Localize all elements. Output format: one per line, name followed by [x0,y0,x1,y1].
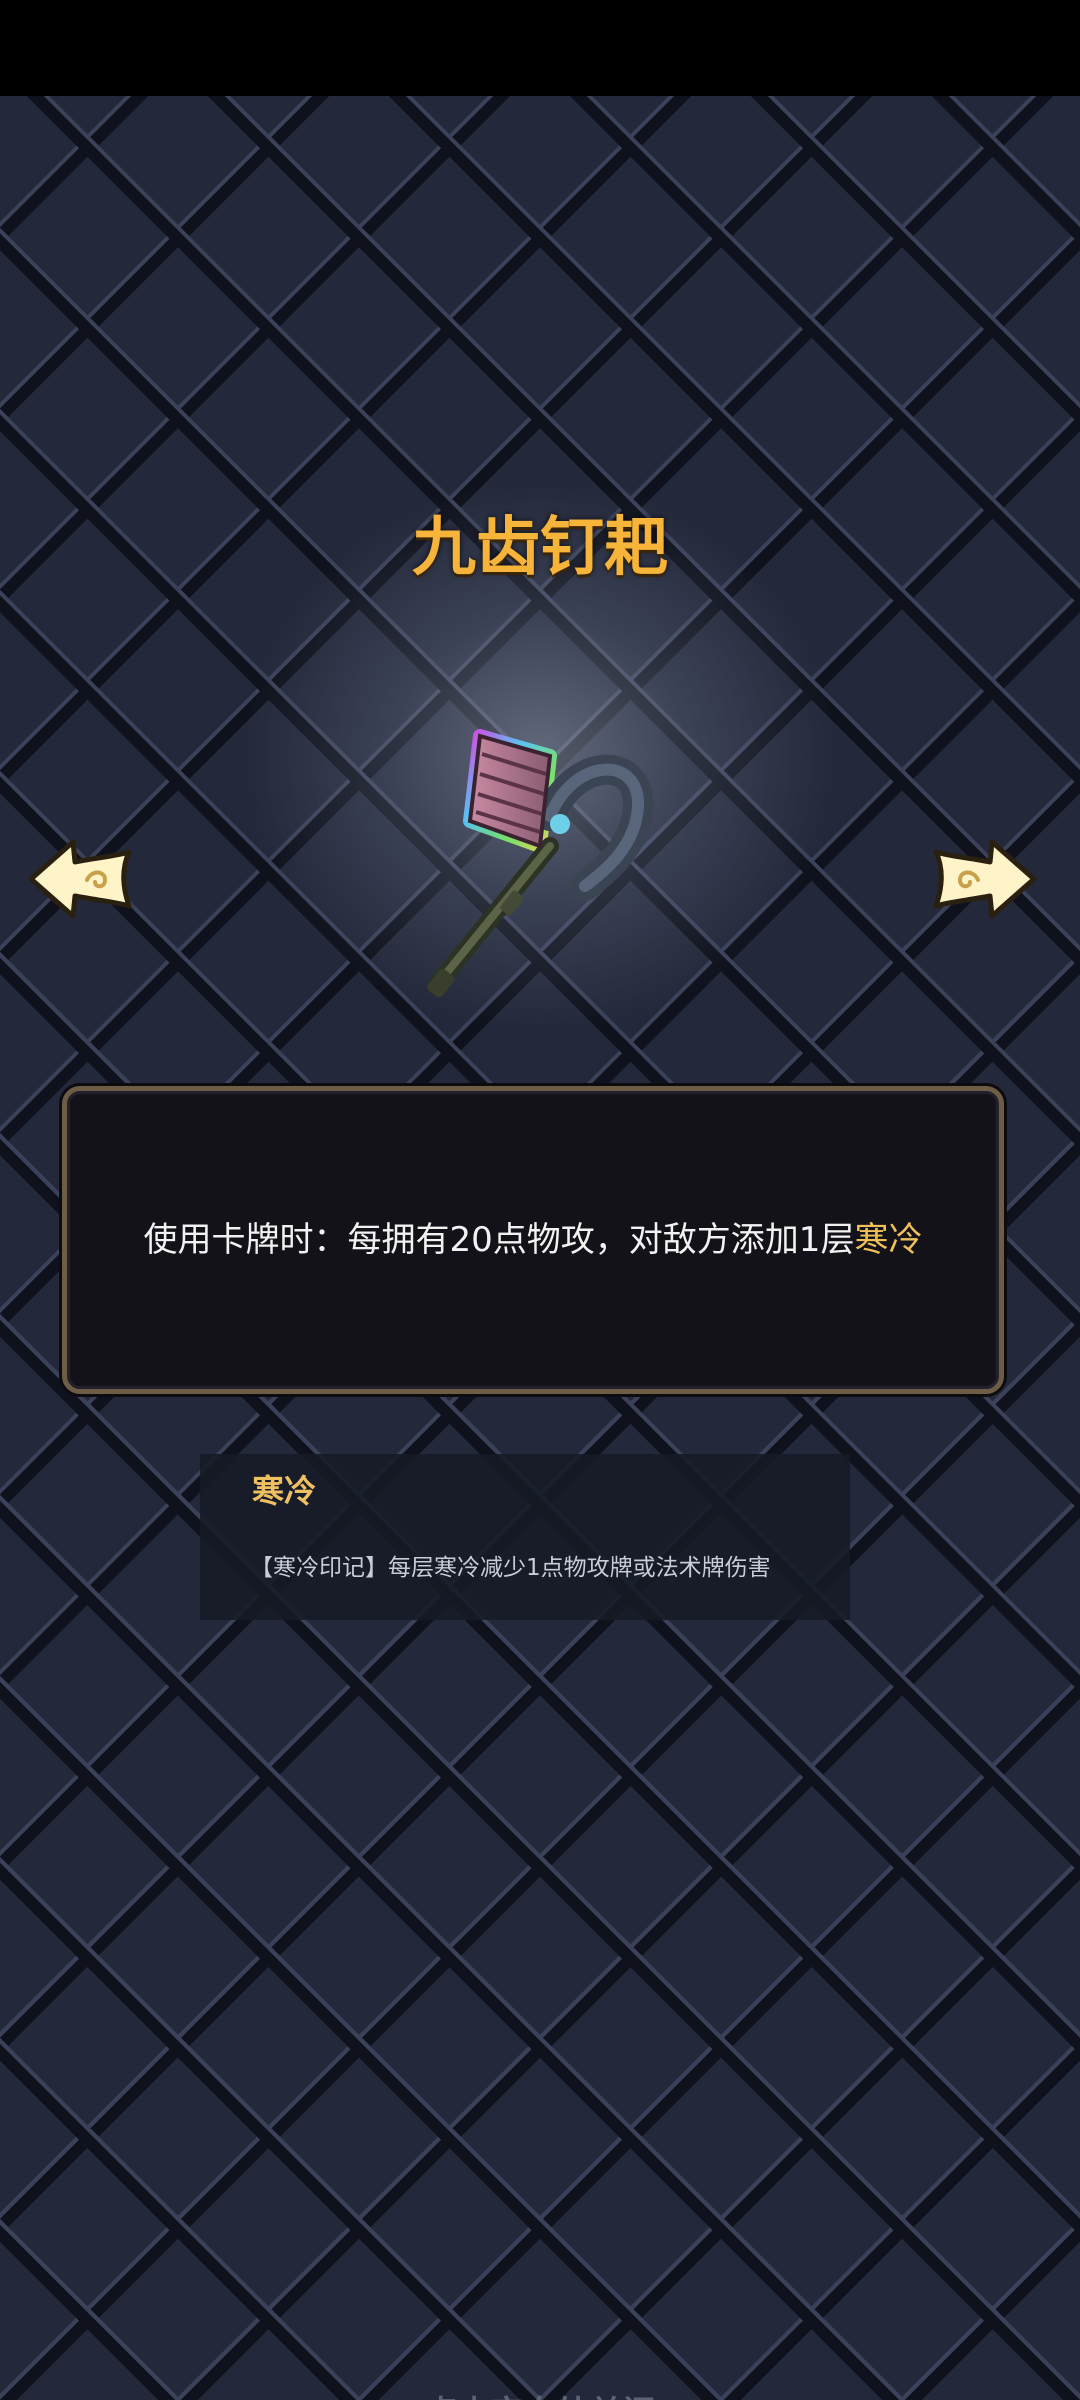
item-description-panel: 使用卡牌时：每拥有20点物攻，对敌方添加1层寒冷 [62,1086,1004,1394]
arrow-left-icon[interactable] [25,834,135,924]
keyword-title: 寒冷 [252,1472,317,1510]
status-bar [0,0,1080,96]
background-close-area[interactable]: 九齿钉耙 使用卡牌时：每拥有20点物攻，对敌方添加1层寒冷 寒冷 【寒冷印记】每… [0,96,1080,2400]
arrow-right-icon[interactable] [930,834,1040,924]
item-title: 九齿钉耙 [412,511,668,585]
item-description-keyword: 寒冷 [854,1220,923,1260]
keyword-tooltip: 寒冷 【寒冷印记】每层寒冷减少1点物攻牌或法术牌伤害 [200,1454,850,1620]
rake-weapon-icon [427,729,653,998]
close-hint[interactable]: 点击空白处关闭 [0,2386,1080,2400]
screen: 九齿钉耙 使用卡牌时：每拥有20点物攻，对敌方添加1层寒冷 寒冷 【寒冷印记】每… [0,0,1080,2400]
item-description: 使用卡牌时：每拥有20点物攻，对敌方添加1层寒冷 [133,1213,933,1267]
keyword-description: 【寒冷印记】每层寒冷减少1点物攻牌或法术牌伤害 [250,1555,771,1581]
item-description-text: 使用卡牌时：每拥有20点物攻，对敌方添加1层 [143,1220,855,1260]
